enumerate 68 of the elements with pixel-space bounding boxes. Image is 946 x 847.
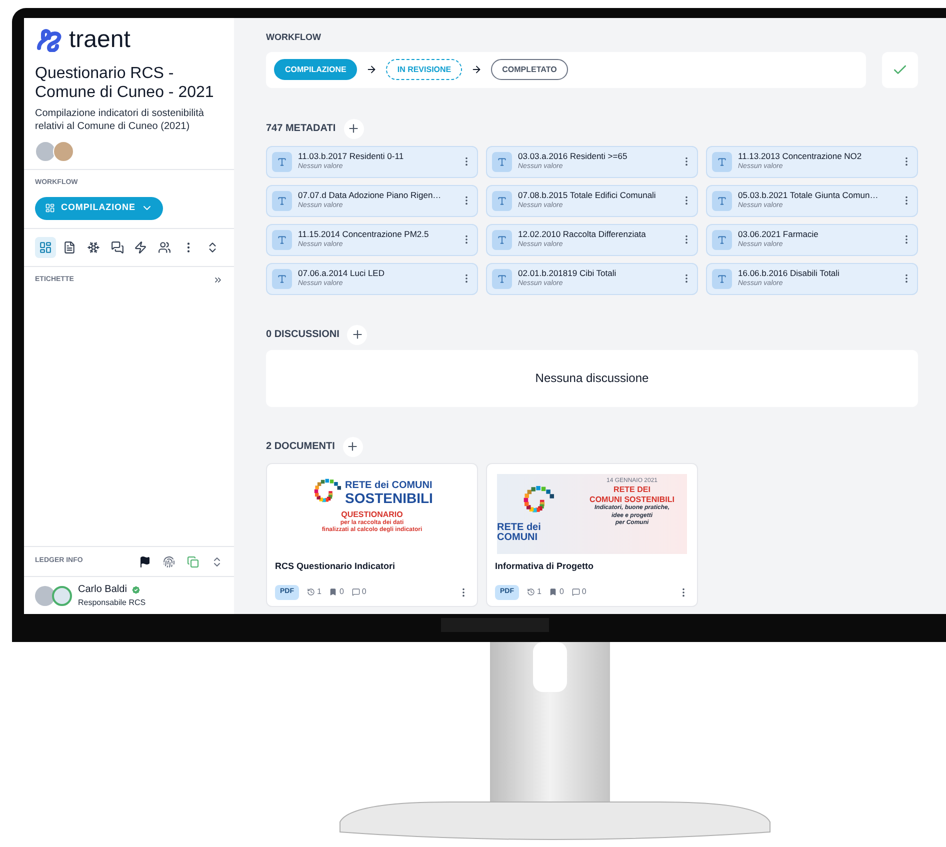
- arrow-right-icon: [471, 64, 482, 75]
- dashboard-icon[interactable]: [35, 236, 56, 258]
- text-type-icon: [492, 152, 512, 172]
- section-title: 747 METADATI: [266, 122, 336, 136]
- section-title: 2 DOCUMENTI: [266, 440, 335, 454]
- document-title: RCS Questionario Indicatori: [274, 560, 396, 573]
- metadata-name: 11.13.2013 Concentrazione NO2: [738, 151, 863, 162]
- note-count: 0: [329, 586, 344, 598]
- text-type-icon: [712, 230, 732, 250]
- comment-count: 0: [352, 586, 366, 598]
- user-name: Carlo Baldi: [78, 583, 127, 597]
- avatar: [52, 586, 72, 606]
- thumbnail-text: RETE dei COMUNI: [497, 522, 542, 542]
- copy-icon[interactable]: [187, 556, 199, 568]
- metadata-name: 16.06.b.2016 Disabili Totali: [738, 268, 840, 279]
- text-type-icon: [712, 190, 732, 210]
- questionnaire-title: Questionario RCS - Comune di Cuneo - 2021: [35, 64, 215, 102]
- text-type-icon: [492, 190, 512, 210]
- text-type-icon: [272, 230, 292, 250]
- flag-icon[interactable]: [139, 556, 151, 568]
- version-count: 1: [307, 586, 322, 598]
- questionnaire-description: Compilazione indicatori di sostenibilità relativi al Comune di Cuneo (2021): [35, 107, 205, 133]
- empty-message: Nessuna discussione: [535, 370, 649, 387]
- add-button[interactable]: [347, 324, 368, 344]
- section-title: 0 DISCUSSIONI: [266, 328, 340, 342]
- fingerprint-icon[interactable]: [163, 556, 175, 568]
- thumbnail-text: RETE dei COMUNI: [345, 480, 433, 490]
- metadata-name: 11.15.2014 Concentrazione PM2.5: [298, 229, 430, 240]
- logo-text: traent: [69, 28, 130, 52]
- metadata-name: 07.07.d Data Adozione Piano Rigen…: [298, 190, 442, 201]
- add-button[interactable]: [342, 436, 363, 456]
- user-role: Responsabile RCS: [78, 597, 146, 609]
- text-type-icon: [492, 230, 512, 250]
- avatar: [53, 141, 74, 162]
- metadata-name: 07.06.a.2014 Luci LED: [298, 268, 386, 279]
- thumbnail-text: COMUNI SOSTENIBILI: [590, 495, 674, 504]
- thumbnail-text: RETE DEI: [614, 485, 650, 495]
- text-type-icon: [712, 268, 732, 288]
- text-type-icon: [272, 152, 292, 172]
- metadata-name: 02.01.b.201819 Cibi Totali: [518, 268, 618, 279]
- plus-icon: [347, 122, 360, 135]
- workflow-step[interactable]: COMPLETATO: [491, 59, 568, 80]
- metadata-name: 03.06.2021 Farmacie: [738, 229, 820, 240]
- text-type-icon: [272, 268, 292, 288]
- thumbnail-text: QUESTIONARIO: [341, 510, 403, 520]
- metadata-name: 07.08.b.2015 Totale Edifici Comunali: [518, 190, 657, 201]
- document-title: Informativa di Progetto: [494, 560, 595, 573]
- plus-icon: [346, 440, 360, 453]
- text-type-icon: [712, 152, 732, 172]
- plus-icon: [350, 328, 364, 341]
- expand-icon[interactable]: [211, 556, 223, 568]
- section-title: WORKFLOW: [266, 31, 322, 44]
- add-button[interactable]: [344, 118, 364, 138]
- stage-icon: [45, 203, 55, 213]
- metadata-name: 05.03.b.2021 Totale Giunta Comun…: [738, 190, 880, 201]
- arrow-right-icon: [366, 64, 378, 75]
- version-count: 1: [527, 586, 542, 598]
- metadata-name: 11.03.b.2017 Residenti 0-11: [298, 151, 405, 162]
- metadata-name: 03.03.a.2016 Residenti >=65: [518, 151, 628, 162]
- text-type-icon: [492, 268, 512, 288]
- thumbnail-text: SOSTENIBILI: [345, 490, 433, 504]
- comment-count: 0: [572, 586, 586, 598]
- text-type-icon: [272, 190, 292, 210]
- metadata-name: 12.02.2010 Raccolta Differenziata: [518, 229, 647, 240]
- avatar: [35, 586, 55, 606]
- avatar: [35, 141, 56, 162]
- chevrons-right-icon[interactable]: [213, 274, 223, 285]
- note-count: 0: [549, 586, 564, 598]
